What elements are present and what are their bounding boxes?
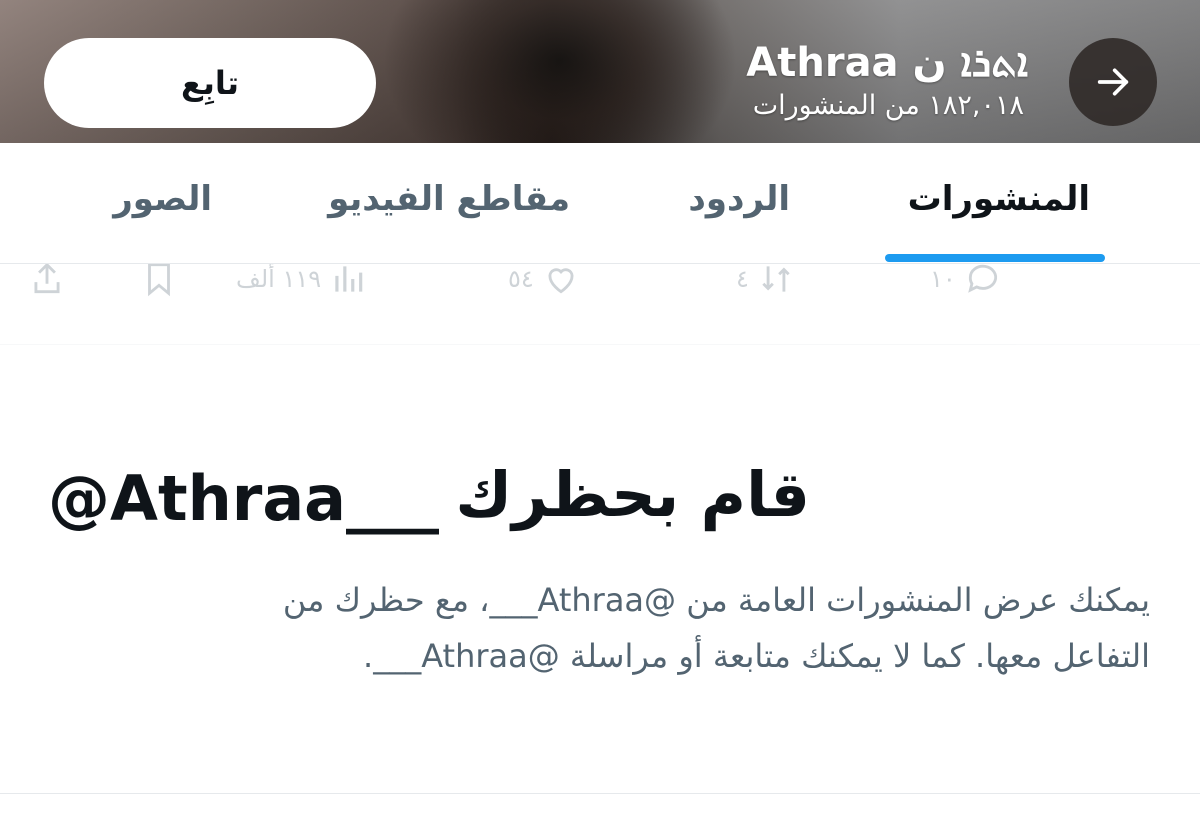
tab-replies[interactable]: الردود — [688, 179, 790, 219]
tab-photos[interactable]: الصور — [113, 179, 212, 219]
heart-icon — [548, 268, 574, 294]
repost-action[interactable]: ٤ — [736, 264, 795, 298]
profile-page: تابِع Athraa ܐܬܪܐ ن ١٨٢,٠١٨ من المنشورات… — [0, 0, 1200, 820]
previous-post-action-bar: ١١٩ ألف ٥٤ ٤ ١٠ — [0, 264, 1200, 345]
profile-post-count: ١٨٢,٠١٨ من المنشورات — [752, 90, 1024, 121]
views-chart-icon — [335, 266, 363, 292]
tab-videos[interactable]: مقاطع الفيديو — [328, 179, 570, 219]
like-count: ٥٤ — [508, 265, 534, 293]
blocked-handle: @Athraa___ — [48, 462, 440, 535]
bookmark-icon — [148, 264, 170, 297]
bookmark-action[interactable] — [140, 264, 178, 298]
profile-display-name: Athraa ܐܬܪܐ ن — [746, 40, 1028, 86]
share-action[interactable] — [28, 264, 66, 298]
repost-icon — [762, 266, 790, 292]
active-tab-indicator — [885, 254, 1105, 262]
follow-button[interactable]: تابِع — [44, 38, 376, 128]
arrow-right-icon — [1097, 68, 1129, 96]
like-action[interactable]: ٥٤ — [508, 264, 580, 298]
views-count: ١١٩ ألف — [236, 265, 322, 293]
blocked-title: قام بحظرك — [455, 458, 810, 531]
views-action[interactable]: ١١٩ ألف — [236, 264, 367, 298]
profile-tabs: المنشورات الردود مقاطع الفيديو الصور — [0, 143, 1200, 264]
blocked-description: يمكنك عرض المنشورات العامة من @Athraa___… — [70, 572, 1150, 684]
reply-count: ١٠ — [930, 265, 956, 293]
reply-bubble-icon — [967, 264, 997, 293]
back-button[interactable] — [1069, 38, 1157, 126]
section-divider — [0, 793, 1200, 794]
blocked-description-line-1: يمكنك عرض المنشورات العامة من @Athraa___… — [282, 581, 1150, 619]
reply-action[interactable]: ١٠ — [930, 264, 1002, 298]
share-icon — [34, 264, 60, 294]
repost-count: ٤ — [736, 265, 749, 293]
blocked-description-line-2: التفاعل معها. كما لا يمكنك متابعة أو مرا… — [363, 637, 1150, 675]
tab-posts[interactable]: المنشورات — [908, 179, 1090, 219]
